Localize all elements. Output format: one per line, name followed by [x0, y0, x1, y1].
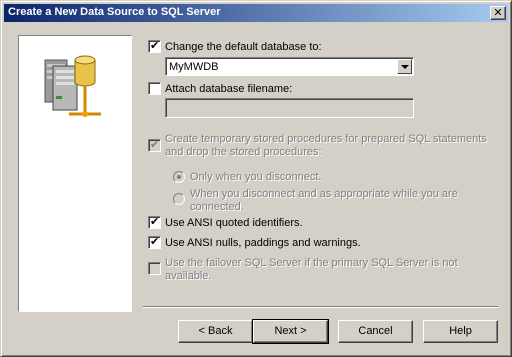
- temp-procs-label-line2: and drop the stored procedures:: [165, 146, 322, 158]
- ansi-quoted-label: Use ANSI quoted identifiers.: [165, 217, 303, 229]
- attach-db-checkbox[interactable]: [148, 82, 161, 95]
- cancel-button[interactable]: Cancel: [338, 320, 413, 343]
- failover-label-line1: Use the failover SQL Server if the prima…: [165, 257, 458, 269]
- radio-disconnect[interactable]: [173, 171, 185, 183]
- ansi-nulls-label: Use ANSI nulls, paddings and warnings.: [165, 237, 361, 249]
- chevron-down-icon[interactable]: [397, 59, 412, 74]
- radio-appropriate-label-line2: connected.: [190, 201, 244, 213]
- change-default-db-label: Change the default database to:: [165, 41, 322, 53]
- separator: [143, 306, 498, 308]
- check-icon: ✔: [150, 215, 160, 228]
- default-database-value: MyMWDB: [169, 61, 219, 73]
- radio-appropriate[interactable]: [173, 193, 185, 205]
- dialog-window: Create a New Data Source to SQL Server ✕: [0, 0, 512, 357]
- title-bar[interactable]: Create a New Data Source to SQL Server ✕: [4, 4, 508, 22]
- temp-procs-checkbox[interactable]: ✔: [148, 138, 161, 152]
- default-database-dropdown[interactable]: MyMWDB: [165, 57, 414, 76]
- attach-filename-input[interactable]: [165, 98, 414, 118]
- check-icon: ✔: [150, 235, 160, 248]
- server-database-icon: [44, 55, 101, 117]
- close-button[interactable]: ✕: [490, 6, 506, 20]
- temp-procs-label-line1: Create temporary stored procedures for p…: [165, 133, 487, 145]
- radio-selected-dot: [177, 175, 181, 179]
- close-icon: ✕: [493, 6, 503, 19]
- wizard-image-panel: [18, 35, 132, 312]
- failover-label-line2: available.: [165, 270, 212, 282]
- attach-db-label: Attach database filename:: [165, 83, 293, 95]
- failover-checkbox[interactable]: [148, 262, 161, 275]
- ansi-quoted-checkbox[interactable]: ✔: [148, 215, 161, 229]
- back-button[interactable]: < Back: [178, 320, 253, 343]
- window-title: Create a New Data Source to SQL Server: [8, 6, 221, 18]
- check-icon: ✔: [150, 138, 160, 151]
- help-button[interactable]: Help: [423, 320, 498, 343]
- check-icon: ✔: [150, 39, 160, 52]
- next-button[interactable]: Next >: [252, 319, 329, 344]
- ansi-nulls-checkbox[interactable]: ✔: [148, 235, 161, 249]
- radio-appropriate-label-line1: When you disconnect and as appropriate w…: [190, 188, 458, 200]
- radio-disconnect-label: Only when you disconnect.: [190, 171, 322, 183]
- change-default-db-checkbox[interactable]: ✔: [148, 39, 161, 53]
